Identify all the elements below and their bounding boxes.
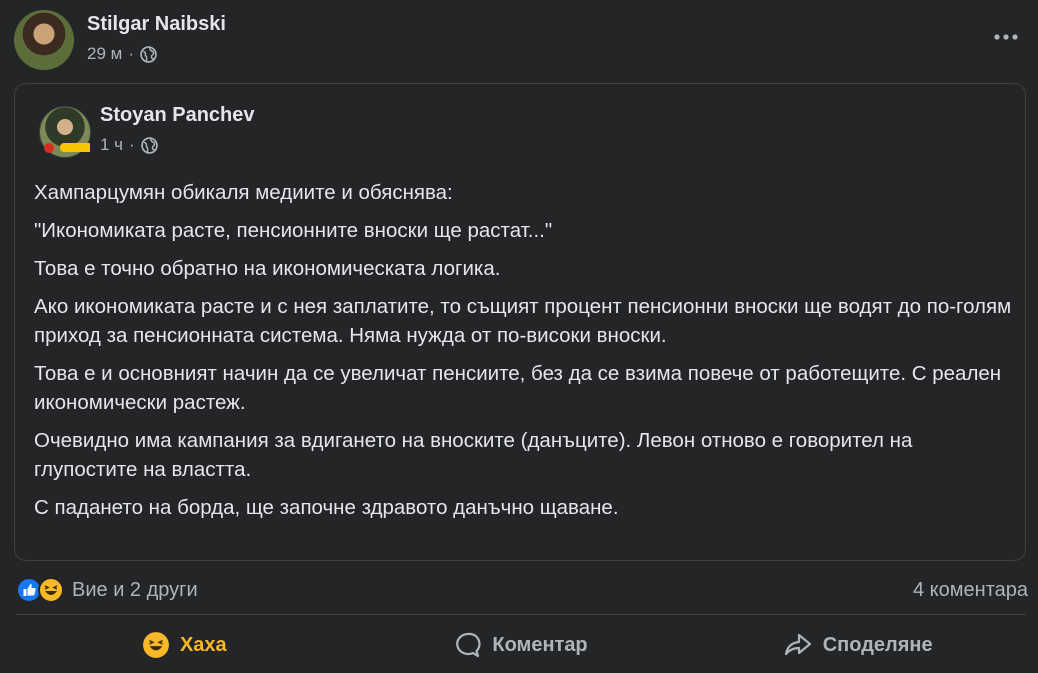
shared-author-avatar[interactable] bbox=[39, 106, 91, 158]
more-horizontal-icon bbox=[994, 34, 1018, 40]
reactions-summary[interactable]: Вие и 2 други bbox=[16, 577, 198, 603]
dot-separator: · bbox=[128, 44, 134, 63]
post-meta: 29 м · bbox=[87, 44, 157, 64]
post-time[interactable]: 29 м bbox=[87, 44, 122, 64]
share-label: Споделяне bbox=[822, 633, 933, 656]
comment-label: Коментар bbox=[492, 633, 588, 656]
reactions-row: Вие и 2 други 4 коментара bbox=[16, 574, 1028, 606]
comment-icon bbox=[456, 632, 481, 658]
shared-author-name[interactable]: Stoyan Panchev bbox=[100, 104, 255, 127]
shared-post-meta: 1 ч · bbox=[100, 135, 158, 155]
post-paragraph: Това е и основният начин да се увеличат … bbox=[34, 362, 1002, 414]
divider bbox=[16, 614, 1026, 615]
share-button[interactable]: Споделяне bbox=[689, 620, 1026, 670]
globe-icon bbox=[140, 45, 157, 63]
dot-separator: · bbox=[129, 135, 135, 154]
post-paragraph: Очевидно има кампания за вдигането на вн… bbox=[34, 429, 913, 481]
action-bar: Хаха Коментар Споделяне bbox=[16, 620, 1026, 670]
reaction-icons bbox=[16, 577, 64, 603]
avatar-banner bbox=[60, 143, 90, 152]
comments-count-link[interactable]: 4 коментара bbox=[913, 579, 1028, 602]
shared-post[interactable]: Stoyan Panchev 1 ч · Хампарцумян обикаля… bbox=[14, 83, 1026, 561]
post-paragraph: Ако икономиката расте и с нея заплатите,… bbox=[34, 295, 1012, 347]
post-body: Хампарцумян обикаля медиите и обяснява: … bbox=[34, 178, 1014, 531]
haha-label: Хаха bbox=[179, 633, 227, 656]
post-paragraph: Това е точно обратно на икономическата л… bbox=[34, 257, 501, 280]
author-avatar[interactable] bbox=[14, 10, 74, 70]
globe-icon bbox=[140, 136, 158, 154]
post-paragraph: "Икономиката расте, пенсионните вноски щ… bbox=[34, 219, 553, 242]
comment-button[interactable]: Коментар bbox=[353, 620, 690, 670]
haha-icon bbox=[38, 577, 64, 603]
haha-button[interactable]: Хаха bbox=[16, 620, 353, 670]
post-paragraph: С падането на борда, ще започне здравото… bbox=[34, 496, 619, 519]
flag-badge bbox=[44, 143, 54, 153]
author-name[interactable]: Stilgar Naibski bbox=[87, 13, 226, 36]
haha-icon bbox=[143, 632, 169, 658]
shared-post-time[interactable]: 1 ч bbox=[100, 135, 123, 155]
post-paragraph: Хампарцумян обикаля медиите и обяснява: bbox=[34, 181, 453, 204]
reactions-text: Вие и 2 други bbox=[72, 578, 198, 601]
more-options-button[interactable] bbox=[988, 22, 1024, 52]
share-icon bbox=[784, 633, 811, 656]
